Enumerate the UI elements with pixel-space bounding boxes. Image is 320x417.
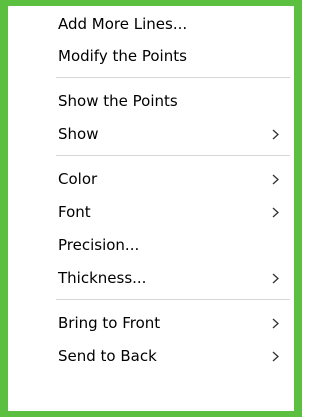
chevron-right-icon [272, 262, 284, 294]
menu-item-thickness[interactable]: Thickness... [8, 262, 294, 294]
menu-item-bring-to-front[interactable]: Bring to Front [8, 307, 294, 339]
menu-item-label: Color [58, 170, 98, 188]
menu-item-show[interactable]: Show [8, 118, 294, 150]
context-menu: Add More Lines... Modify the Points Show… [8, 6, 294, 411]
menu-item-add-more-lines[interactable]: Add More Lines... [8, 8, 294, 40]
menu-item-precision[interactable]: Precision... [8, 229, 294, 261]
chevron-right-icon [272, 340, 284, 372]
chevron-right-icon [272, 307, 284, 339]
menu-item-label: Modify the Points [58, 47, 187, 65]
menu-item-label: Bring to Front [58, 314, 161, 332]
menu-item-send-to-back[interactable]: Send to Back [8, 340, 294, 372]
menu-item-modify-the-points[interactable]: Modify the Points [8, 40, 294, 72]
menu-separator [56, 299, 290, 300]
menu-separator [56, 155, 290, 156]
menu-item-label: Thickness... [58, 269, 147, 287]
menu-item-label: Send to Back [58, 347, 157, 365]
chevron-right-icon [272, 163, 284, 195]
context-menu-frame: Add More Lines... Modify the Points Show… [0, 0, 302, 417]
menu-item-font[interactable]: Font [8, 196, 294, 228]
menu-item-label: Precision... [58, 236, 140, 254]
menu-item-label: Show the Points [58, 92, 178, 110]
menu-item-label: Font [58, 203, 91, 221]
menu-item-show-the-points[interactable]: Show the Points [8, 85, 294, 117]
menu-item-label: Show [58, 125, 99, 143]
menu-separator [56, 77, 290, 78]
chevron-right-icon [272, 196, 284, 228]
menu-item-color[interactable]: Color [8, 163, 294, 195]
chevron-right-icon [272, 118, 284, 150]
menu-item-label: Add More Lines... [58, 15, 188, 33]
